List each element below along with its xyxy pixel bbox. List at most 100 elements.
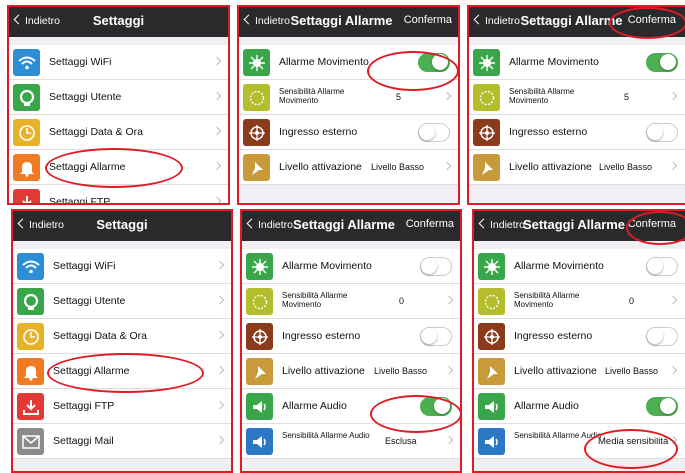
settings-item-ftp[interactable]: Settaggi FTP: [9, 185, 228, 203]
alarm-item-level[interactable]: Livello attivazione Livello Basso: [242, 354, 460, 389]
chevron-right-icon: [215, 295, 225, 305]
sun-icon: [473, 84, 500, 111]
alarm-item-external: Ingresso esterno: [469, 115, 685, 150]
alarm-item-audio: Allarme Audio: [242, 389, 460, 424]
external-toggle[interactable]: [646, 123, 678, 142]
chevron-right-icon: [212, 56, 222, 66]
sun-icon: [478, 288, 505, 315]
settings-panel-1: Indietro Settaggi Settaggi WiFi Settaggi…: [7, 5, 230, 205]
chevron-right-icon: [215, 365, 225, 375]
alarm-item-audio-sensitivity[interactable]: Sensibilità Allarme Audio Esclusa: [242, 424, 460, 459]
motion-toggle[interactable]: [420, 257, 452, 276]
chevron-right-icon: [668, 91, 678, 101]
steering-wheel-icon: [473, 119, 500, 146]
compass-icon: [478, 253, 505, 280]
alarm-item-motion-sensitivity[interactable]: Sensibilità Allarme Movimento 5: [239, 80, 458, 115]
wifi-icon: [17, 253, 44, 280]
settings-item-wifi[interactable]: Settaggi WiFi: [13, 249, 231, 284]
chevron-right-icon: [212, 91, 222, 101]
pin-icon: [243, 154, 270, 181]
pin-icon: [473, 154, 500, 181]
alarm-item-motion-sensitivity[interactable]: Sensibilità Allarme Movimento 0: [474, 284, 685, 319]
page-title: Settaggi: [92, 13, 145, 28]
chevron-right-icon: [444, 295, 454, 305]
user-icon: [13, 84, 40, 111]
chevron-right-icon: [668, 295, 678, 305]
speaker-icon: [478, 393, 505, 420]
pin-icon: [246, 358, 273, 385]
chevron-right-icon: [668, 365, 678, 375]
download-icon: [13, 189, 40, 203]
settings-item-datetime[interactable]: Settaggi Data & Ora: [13, 319, 231, 354]
alarm-item-motion-sensitivity[interactable]: Sensibilità Allarme Movimento 5: [469, 80, 685, 115]
alarm-settings-panel-5: Indietro Settaggi Allarme Conferma Allar…: [240, 209, 462, 473]
alarm-settings-panel-2: Indietro Settaggi Allarme Conferma Allar…: [237, 5, 460, 205]
motion-toggle[interactable]: [646, 53, 678, 72]
alarm-item-motion-sensitivity[interactable]: Sensibilità Allarme Movimento 0: [242, 284, 460, 319]
speaker-icon: [246, 428, 273, 455]
bell-icon: [17, 358, 44, 385]
external-toggle[interactable]: [418, 123, 450, 142]
compass-icon: [473, 49, 500, 76]
confirm-button[interactable]: Conferma: [628, 218, 676, 230]
alarm-item-motion: Allarme Movimento: [242, 249, 460, 284]
chevron-right-icon: [215, 330, 225, 340]
speaker-icon: [478, 428, 505, 455]
chevron-right-icon: [668, 435, 678, 445]
alarm-item-audio: Allarme Audio: [474, 389, 685, 424]
confirm-button[interactable]: Conferma: [406, 218, 454, 230]
alarm-item-level[interactable]: Livello attivazione Livello Basso: [474, 354, 685, 389]
navbar: Indietro Settaggi: [9, 7, 228, 37]
settings-item-mail[interactable]: Settaggi Mail: [13, 424, 231, 459]
alarm-settings-panel-3: Indietro Settaggi Allarme Conferma Allar…: [467, 5, 685, 205]
alarm-item-external: Ingresso esterno: [239, 115, 458, 150]
bell-icon: [13, 154, 40, 181]
alarm-item-motion: Allarme Movimento: [239, 45, 458, 80]
chevron-right-icon: [668, 161, 678, 171]
settings-item-ftp[interactable]: Settaggi FTP: [13, 389, 231, 424]
compass-icon: [246, 253, 273, 280]
settings-item-alarms[interactable]: Settaggi Allarme: [13, 354, 231, 389]
settings-item-users[interactable]: Settaggi Utente: [13, 284, 231, 319]
motion-toggle[interactable]: [418, 53, 450, 72]
alarm-item-motion: Allarme Movimento: [474, 249, 685, 284]
confirm-button[interactable]: Conferma: [404, 14, 452, 26]
audio-toggle[interactable]: [646, 397, 678, 416]
motion-toggle[interactable]: [646, 257, 678, 276]
download-icon: [17, 393, 44, 420]
speaker-icon: [246, 393, 273, 420]
navbar: Indietro Settaggi Allarme Conferma: [469, 7, 685, 37]
settings-item-wifi[interactable]: Settaggi WiFi: [9, 45, 228, 80]
confirm-button[interactable]: Conferma: [628, 14, 676, 26]
chevron-right-icon: [442, 91, 452, 101]
chevron-right-icon: [442, 161, 452, 171]
alarm-item-audio-sensitivity[interactable]: Sensibilità Allarme Audio Media sensibili…: [474, 424, 685, 459]
navbar: Indietro Settaggi Allarme Conferma: [474, 211, 685, 241]
external-toggle[interactable]: [646, 327, 678, 346]
settings-item-alarms[interactable]: Settaggi Allarme: [9, 150, 228, 185]
chevron-right-icon: [215, 260, 225, 270]
settings-item-datetime[interactable]: Settaggi Data & Ora: [9, 115, 228, 150]
user-icon: [17, 288, 44, 315]
alarm-item-level[interactable]: Livello attivazione Livello Basso: [469, 150, 685, 185]
chevron-right-icon: [212, 126, 222, 136]
chevron-right-icon: [215, 435, 225, 445]
alarm-item-external: Ingresso esterno: [474, 319, 685, 354]
chevron-right-icon: [444, 365, 454, 375]
alarm-item-level[interactable]: Livello attivazione Livello Basso: [239, 150, 458, 185]
settings-panel-4: Indietro Settaggi Settaggi WiFi Settaggi…: [11, 209, 233, 473]
audio-toggle[interactable]: [420, 397, 452, 416]
wifi-icon: [13, 49, 40, 76]
mail-icon: [17, 428, 44, 455]
navbar: Indietro Settaggi Allarme Conferma: [242, 211, 460, 241]
external-toggle[interactable]: [420, 327, 452, 346]
alarm-settings-panel-6: Indietro Settaggi Allarme Conferma Allar…: [472, 209, 685, 473]
compass-icon: [243, 49, 270, 76]
clock-icon: [17, 323, 44, 350]
alarm-item-external: Ingresso esterno: [242, 319, 460, 354]
navbar: Indietro Settaggi: [13, 211, 231, 241]
page-title: Settaggi: [96, 217, 148, 232]
navbar: Indietro Settaggi Allarme Conferma: [239, 7, 458, 37]
settings-item-users[interactable]: Settaggi Utente: [9, 80, 228, 115]
alarm-item-motion: Allarme Movimento: [469, 45, 685, 80]
